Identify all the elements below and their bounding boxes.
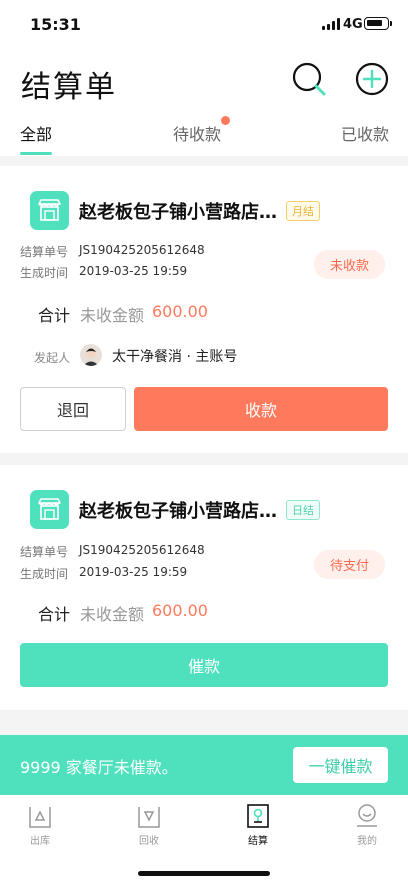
status-badge: 未收款 [314, 250, 386, 279]
urge-payment-button[interactable]: 催款 [20, 643, 388, 687]
divider [0, 156, 408, 166]
nav-recycle[interactable]: 回收 [119, 804, 179, 850]
reject-button[interactable]: 退回 [20, 387, 126, 431]
settlement-card[interactable]: 赵老板包子铺小营路店… 月结 结算单号 JS190425205612648 生成… [0, 166, 408, 453]
initiator-name: 太干净餐消 · 主账号 [112, 349, 238, 365]
plus-circle-icon [355, 62, 389, 96]
order-no: JS190425205612648 [79, 543, 205, 557]
billing-cycle-badge: 日结 [286, 500, 320, 520]
active-tab-indicator [20, 152, 52, 155]
urge-banner: 9999 家餐厅未催款。 一键催款 [0, 735, 408, 795]
divider [0, 453, 408, 465]
order-no: JS190425205612648 [79, 243, 205, 257]
page-title: 结算单 [21, 70, 117, 105]
nav-label: 回收 [139, 836, 159, 847]
created-time: 2019-03-25 19:59 [79, 264, 188, 278]
signal-icon [322, 18, 340, 30]
shop-name: 赵老板包子铺小营路店… [79, 202, 277, 223]
tab-bar: 全部 待收款 已收款 [0, 112, 408, 156]
billing-cycle-badge: 月结 [286, 201, 320, 221]
nav-profile[interactable]: 我的 [337, 804, 397, 850]
shop-icon [30, 191, 69, 230]
status-bar: 15:31 4G [0, 0, 408, 46]
unpaid-label: 未收金额 [80, 605, 145, 624]
recycle-icon [138, 807, 160, 828]
profile-icon [357, 804, 377, 827]
nav-settlement[interactable]: 结算 [228, 804, 288, 850]
tab-all[interactable]: 全部 [20, 121, 52, 145]
urge-all-button[interactable]: 一键催款 [293, 747, 388, 783]
status-badge: 待支付 [314, 550, 386, 579]
notification-dot [221, 116, 230, 125]
unpaid-label: 未收金额 [80, 306, 145, 325]
bottom-nav: 出库 回收 结算 我的 [0, 795, 408, 883]
created-time: 2019-03-25 19:59 [79, 565, 188, 579]
collect-button[interactable]: 收款 [134, 387, 388, 431]
unpaid-amount: 600.00 [152, 601, 208, 620]
created-label: 生成时间 [20, 266, 69, 280]
sum-label: 合计 [38, 306, 71, 325]
nav-label: 出库 [30, 836, 50, 847]
settlement-card[interactable]: 赵老板包子铺小营路店… 日结 结算单号 JS190425205612648 生成… [0, 465, 408, 710]
created-label: 生成时间 [20, 567, 69, 581]
status-time: 15:31 [30, 15, 81, 34]
shop-name: 赵老板包子铺小营路店… [79, 501, 277, 522]
initiator-label: 发起人 [34, 351, 71, 365]
outbound-icon [29, 807, 51, 828]
nav-outbound[interactable]: 出库 [10, 804, 70, 850]
search-icon [292, 62, 326, 96]
shop-icon [30, 490, 69, 529]
order-no-label: 结算单号 [20, 245, 69, 259]
unpaid-amount: 600.00 [152, 302, 208, 321]
home-indicator [138, 871, 270, 876]
settlement-icon [247, 804, 269, 828]
avatar [80, 344, 102, 366]
network-type: 4G [343, 17, 363, 32]
tab-pending[interactable]: 待收款 [173, 121, 221, 145]
search-button[interactable] [292, 62, 326, 96]
nav-label: 我的 [357, 836, 377, 847]
banner-text: 9999 家餐厅未催款。 [20, 758, 178, 777]
sum-label: 合计 [38, 605, 71, 624]
add-button[interactable] [355, 62, 389, 96]
order-no-label: 结算单号 [20, 545, 69, 559]
battery-icon [364, 17, 392, 30]
nav-label: 结算 [248, 836, 268, 847]
tab-received[interactable]: 已收款 [341, 121, 389, 145]
divider [0, 710, 408, 735]
